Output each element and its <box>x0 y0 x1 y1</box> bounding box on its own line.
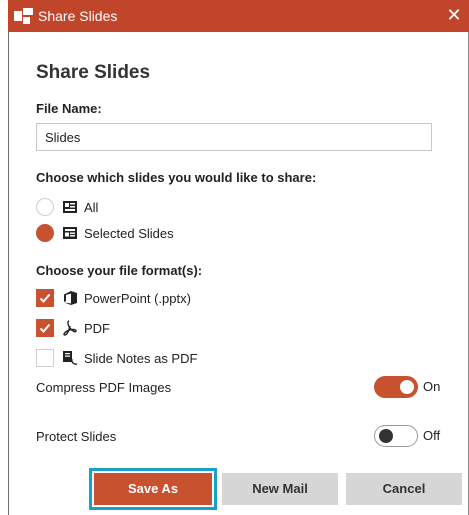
notes-pdf-icon <box>62 350 78 366</box>
radio-selected-label: Selected Slides <box>84 225 174 241</box>
compress-label: Compress PDF Images <box>36 380 172 395</box>
format-notes-pdf[interactable]: Slide Notes as PDF <box>36 347 197 369</box>
file-format-label: Choose your file format(s): <box>36 263 203 278</box>
slides-list-icon <box>62 225 78 241</box>
protect-state: Off <box>423 428 441 443</box>
format-pptx[interactable]: PowerPoint (.pptx) <box>36 287 191 309</box>
acrobat-icon <box>62 320 78 336</box>
format-notes-label: Slide Notes as PDF <box>84 350 198 366</box>
format-pdf[interactable]: PDF <box>36 317 110 339</box>
window-title: Share Slides <box>38 8 118 24</box>
toggle-knob <box>379 429 393 443</box>
choose-slides-label: Choose which slides you would like to sh… <box>36 170 317 185</box>
radio-all[interactable]: All <box>36 196 98 218</box>
checkbox[interactable] <box>36 319 54 337</box>
share-app-icon <box>14 8 34 24</box>
checkbox[interactable] <box>36 349 54 367</box>
file-name-input[interactable] <box>36 123 432 151</box>
radio-button[interactable] <box>36 198 54 216</box>
format-pptx-label: PowerPoint (.pptx) <box>84 290 191 306</box>
save-as-button[interactable]: Save As <box>89 468 217 510</box>
compress-state: On <box>423 379 441 394</box>
checkbox[interactable] <box>36 289 54 307</box>
radio-button[interactable] <box>36 224 54 242</box>
new-mail-button[interactable]: New Mail <box>222 473 338 505</box>
protect-label: Protect Slides <box>36 429 117 444</box>
compress-toggle[interactable] <box>374 376 418 398</box>
title-bar: Share Slides ✕ <box>8 0 469 32</box>
presentation-icon <box>62 199 78 215</box>
radio-all-label: All <box>84 199 99 215</box>
cancel-button[interactable]: Cancel <box>346 473 462 505</box>
file-name-label: File Name: <box>36 101 102 116</box>
close-icon[interactable]: ✕ <box>443 4 465 26</box>
protect-toggle[interactable] <box>374 425 418 447</box>
format-pdf-label: PDF <box>84 320 110 336</box>
dialog-heading: Share Slides <box>36 62 151 83</box>
office-icon <box>62 290 78 306</box>
share-slides-dialog: Share Slides ✕ Share Slides File Name: C… <box>8 0 469 515</box>
radio-selected-slides[interactable]: Selected Slides <box>36 222 174 244</box>
toggle-knob <box>400 380 414 394</box>
